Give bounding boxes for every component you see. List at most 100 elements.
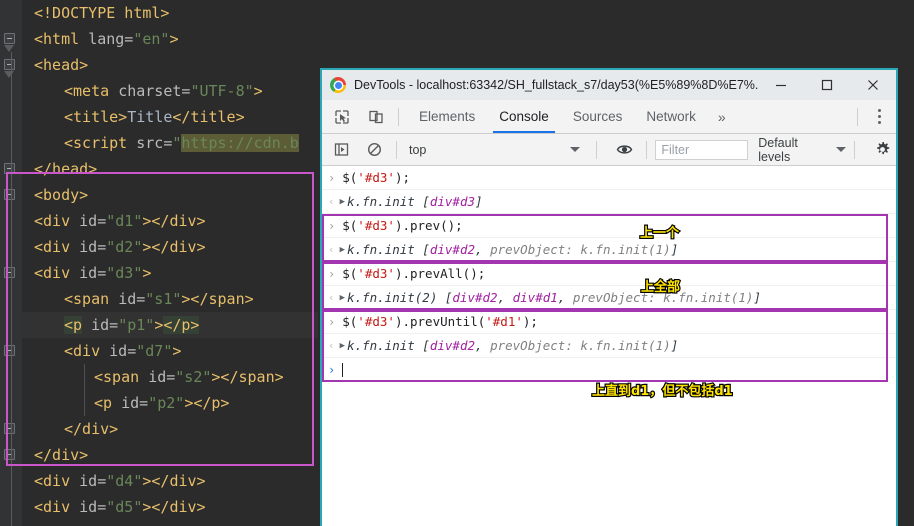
clear-console-icon[interactable] bbox=[361, 136, 388, 164]
console-token: , bbox=[475, 242, 491, 257]
code-line: <html lang="en"> bbox=[22, 26, 318, 52]
console-token: '#d3' bbox=[357, 170, 395, 185]
console-toolbar[interactable]: top Filter Default levels bbox=[322, 134, 896, 166]
console-token: ).prevAll(); bbox=[394, 266, 486, 281]
close-icon[interactable] bbox=[850, 70, 896, 100]
live-expression-eye-icon[interactable] bbox=[611, 136, 638, 164]
code-token: <div bbox=[34, 498, 80, 516]
code-fold-toggle[interactable] bbox=[4, 33, 15, 44]
console-input-row: › $('#d3').prev(); bbox=[322, 214, 896, 238]
chevron-right-icon: › bbox=[328, 314, 336, 329]
console-sidebar-icon[interactable] bbox=[328, 136, 355, 164]
tab-network[interactable]: Network bbox=[634, 100, 708, 133]
code-token: "d2" bbox=[106, 238, 143, 256]
log-level-select[interactable]: Default levels bbox=[758, 136, 847, 164]
code-token: <title> bbox=[64, 108, 128, 126]
console-token: ] bbox=[475, 194, 483, 209]
console-token: '#d1' bbox=[485, 314, 523, 329]
code-token: https://cdn.b bbox=[181, 134, 299, 152]
code-token: <div bbox=[34, 472, 80, 490]
console-token: prevObject: k.fn.init(1) bbox=[490, 242, 671, 257]
code-fold-toggle[interactable] bbox=[4, 267, 15, 278]
code-token: <span bbox=[64, 290, 119, 308]
window-controls[interactable] bbox=[758, 70, 896, 100]
console-input-row: › $('#d3').prevUntil('#d1'); bbox=[322, 310, 896, 334]
code-token: id= bbox=[148, 368, 176, 386]
chevron-right-icon: › bbox=[328, 218, 336, 233]
chevron-right-icon: › bbox=[328, 266, 336, 281]
console-output-row: ‹ ▶ k.fn.init [div#d3] bbox=[322, 190, 896, 214]
code-line: <span id="s1"></span> bbox=[22, 286, 318, 312]
devtools-title-bar[interactable]: DevTools - localhost:63342/SH_fullstack_… bbox=[322, 70, 896, 100]
editor-code-area[interactable]: <!DOCTYPE html> <html lang="en"> <head> <me… bbox=[22, 0, 318, 526]
code-token: > bbox=[142, 264, 152, 282]
editor-gutter[interactable] bbox=[0, 0, 22, 526]
code-token: <div bbox=[34, 238, 80, 256]
code-line: <div id="d2"></div> bbox=[22, 234, 318, 260]
code-token: <html bbox=[34, 30, 89, 48]
code-token: <span bbox=[94, 368, 149, 386]
execution-context-select[interactable]: top bbox=[405, 143, 588, 157]
code-fold-toggle[interactable] bbox=[4, 59, 15, 70]
code-token: </p> bbox=[163, 316, 200, 334]
console-input-row: › $('#d3'); bbox=[322, 166, 896, 190]
chevron-left-icon: ‹ bbox=[328, 243, 335, 256]
console-output-row: ‹ ▶ k.fn.init [div#d2, prevObject: k.fn.in… bbox=[322, 238, 896, 262]
code-line: <span id="s2"></span> bbox=[22, 364, 318, 390]
code-token: <body> bbox=[34, 186, 89, 204]
expand-triangle-icon[interactable]: ▶ bbox=[340, 293, 345, 303]
tab-sources[interactable]: Sources bbox=[561, 100, 635, 133]
inspect-element-icon[interactable] bbox=[328, 103, 356, 131]
device-toolbar-icon[interactable] bbox=[362, 103, 390, 131]
code-line: <p id="p1"></p> bbox=[22, 312, 318, 338]
expand-triangle-icon[interactable]: ▶ bbox=[340, 197, 345, 207]
code-line: <head> bbox=[22, 52, 318, 78]
code-fold-toggle[interactable] bbox=[4, 345, 15, 356]
code-token: <p bbox=[94, 394, 122, 412]
chevron-left-icon: ‹ bbox=[328, 291, 335, 304]
code-line: </div> bbox=[22, 416, 318, 442]
code-fold-toggle[interactable] bbox=[4, 163, 15, 174]
window-title: DevTools - localhost:63342/SH_fullstack_… bbox=[354, 78, 758, 92]
console-token: prevObject: k.fn.init(1) bbox=[490, 338, 671, 353]
console-filter-input[interactable]: Filter bbox=[655, 139, 749, 160]
more-tabs-icon[interactable]: » bbox=[708, 109, 736, 125]
code-token: <meta bbox=[64, 82, 119, 100]
tab-console[interactable]: Console bbox=[487, 100, 561, 133]
console-settings-gear-icon[interactable] bbox=[869, 136, 896, 164]
execution-context-label: top bbox=[409, 142, 427, 157]
console-token: $( bbox=[342, 266, 358, 281]
code-fold-toggle[interactable] bbox=[4, 423, 15, 434]
code-token: "d3" bbox=[106, 264, 143, 282]
console-prompt-row[interactable]: › bbox=[322, 358, 896, 382]
expand-triangle-icon[interactable]: ▶ bbox=[340, 341, 345, 351]
chevron-left-icon: ‹ bbox=[328, 195, 335, 208]
chrome-logo-icon bbox=[330, 77, 346, 93]
code-fold-toggle[interactable] bbox=[4, 189, 15, 200]
code-fold-toggle[interactable] bbox=[4, 449, 15, 460]
code-line: <div id="d7"> bbox=[22, 338, 318, 364]
code-line: </head> bbox=[22, 156, 318, 182]
devtools-window[interactable]: DevTools - localhost:63342/SH_fullstack_… bbox=[320, 68, 898, 526]
maximize-icon[interactable] bbox=[804, 70, 850, 100]
code-line: <div id="d6"></div> bbox=[22, 520, 318, 526]
devtools-tab-strip[interactable]: Elements Console Sources Network » bbox=[322, 100, 896, 134]
screenshot-root: <!DOCTYPE html> <html lang="en"> <head> <me… bbox=[0, 0, 914, 526]
code-line: <meta charset="UTF-8"> bbox=[22, 78, 318, 104]
minimize-icon[interactable] bbox=[758, 70, 804, 100]
code-token: "d1" bbox=[106, 212, 143, 230]
chevron-down-icon-levels bbox=[836, 147, 847, 152]
console-token: prevObject: k.fn.init(1) bbox=[572, 290, 754, 305]
console-toolbar-divider-4 bbox=[854, 140, 856, 159]
devtools-menu-icon[interactable] bbox=[866, 103, 892, 131]
expand-triangle-icon[interactable]: ▶ bbox=[340, 245, 345, 255]
console-token: '#d3' bbox=[357, 218, 395, 233]
code-token: "s2" bbox=[175, 368, 212, 386]
code-token: id= bbox=[118, 290, 146, 308]
tab-elements[interactable]: Elements bbox=[407, 100, 487, 133]
code-token: > bbox=[169, 30, 179, 48]
console-output-row: ‹ ▶ k.fn.init [div#d2, prevObject: k.fn.in… bbox=[322, 334, 896, 358]
console-output[interactable]: › $('#d3'); ‹ ▶ k.fn.init [div#d3] › $('#d3').… bbox=[322, 166, 896, 526]
console-token: k.fn.init [ bbox=[347, 338, 430, 353]
code-token: "en" bbox=[133, 30, 170, 48]
